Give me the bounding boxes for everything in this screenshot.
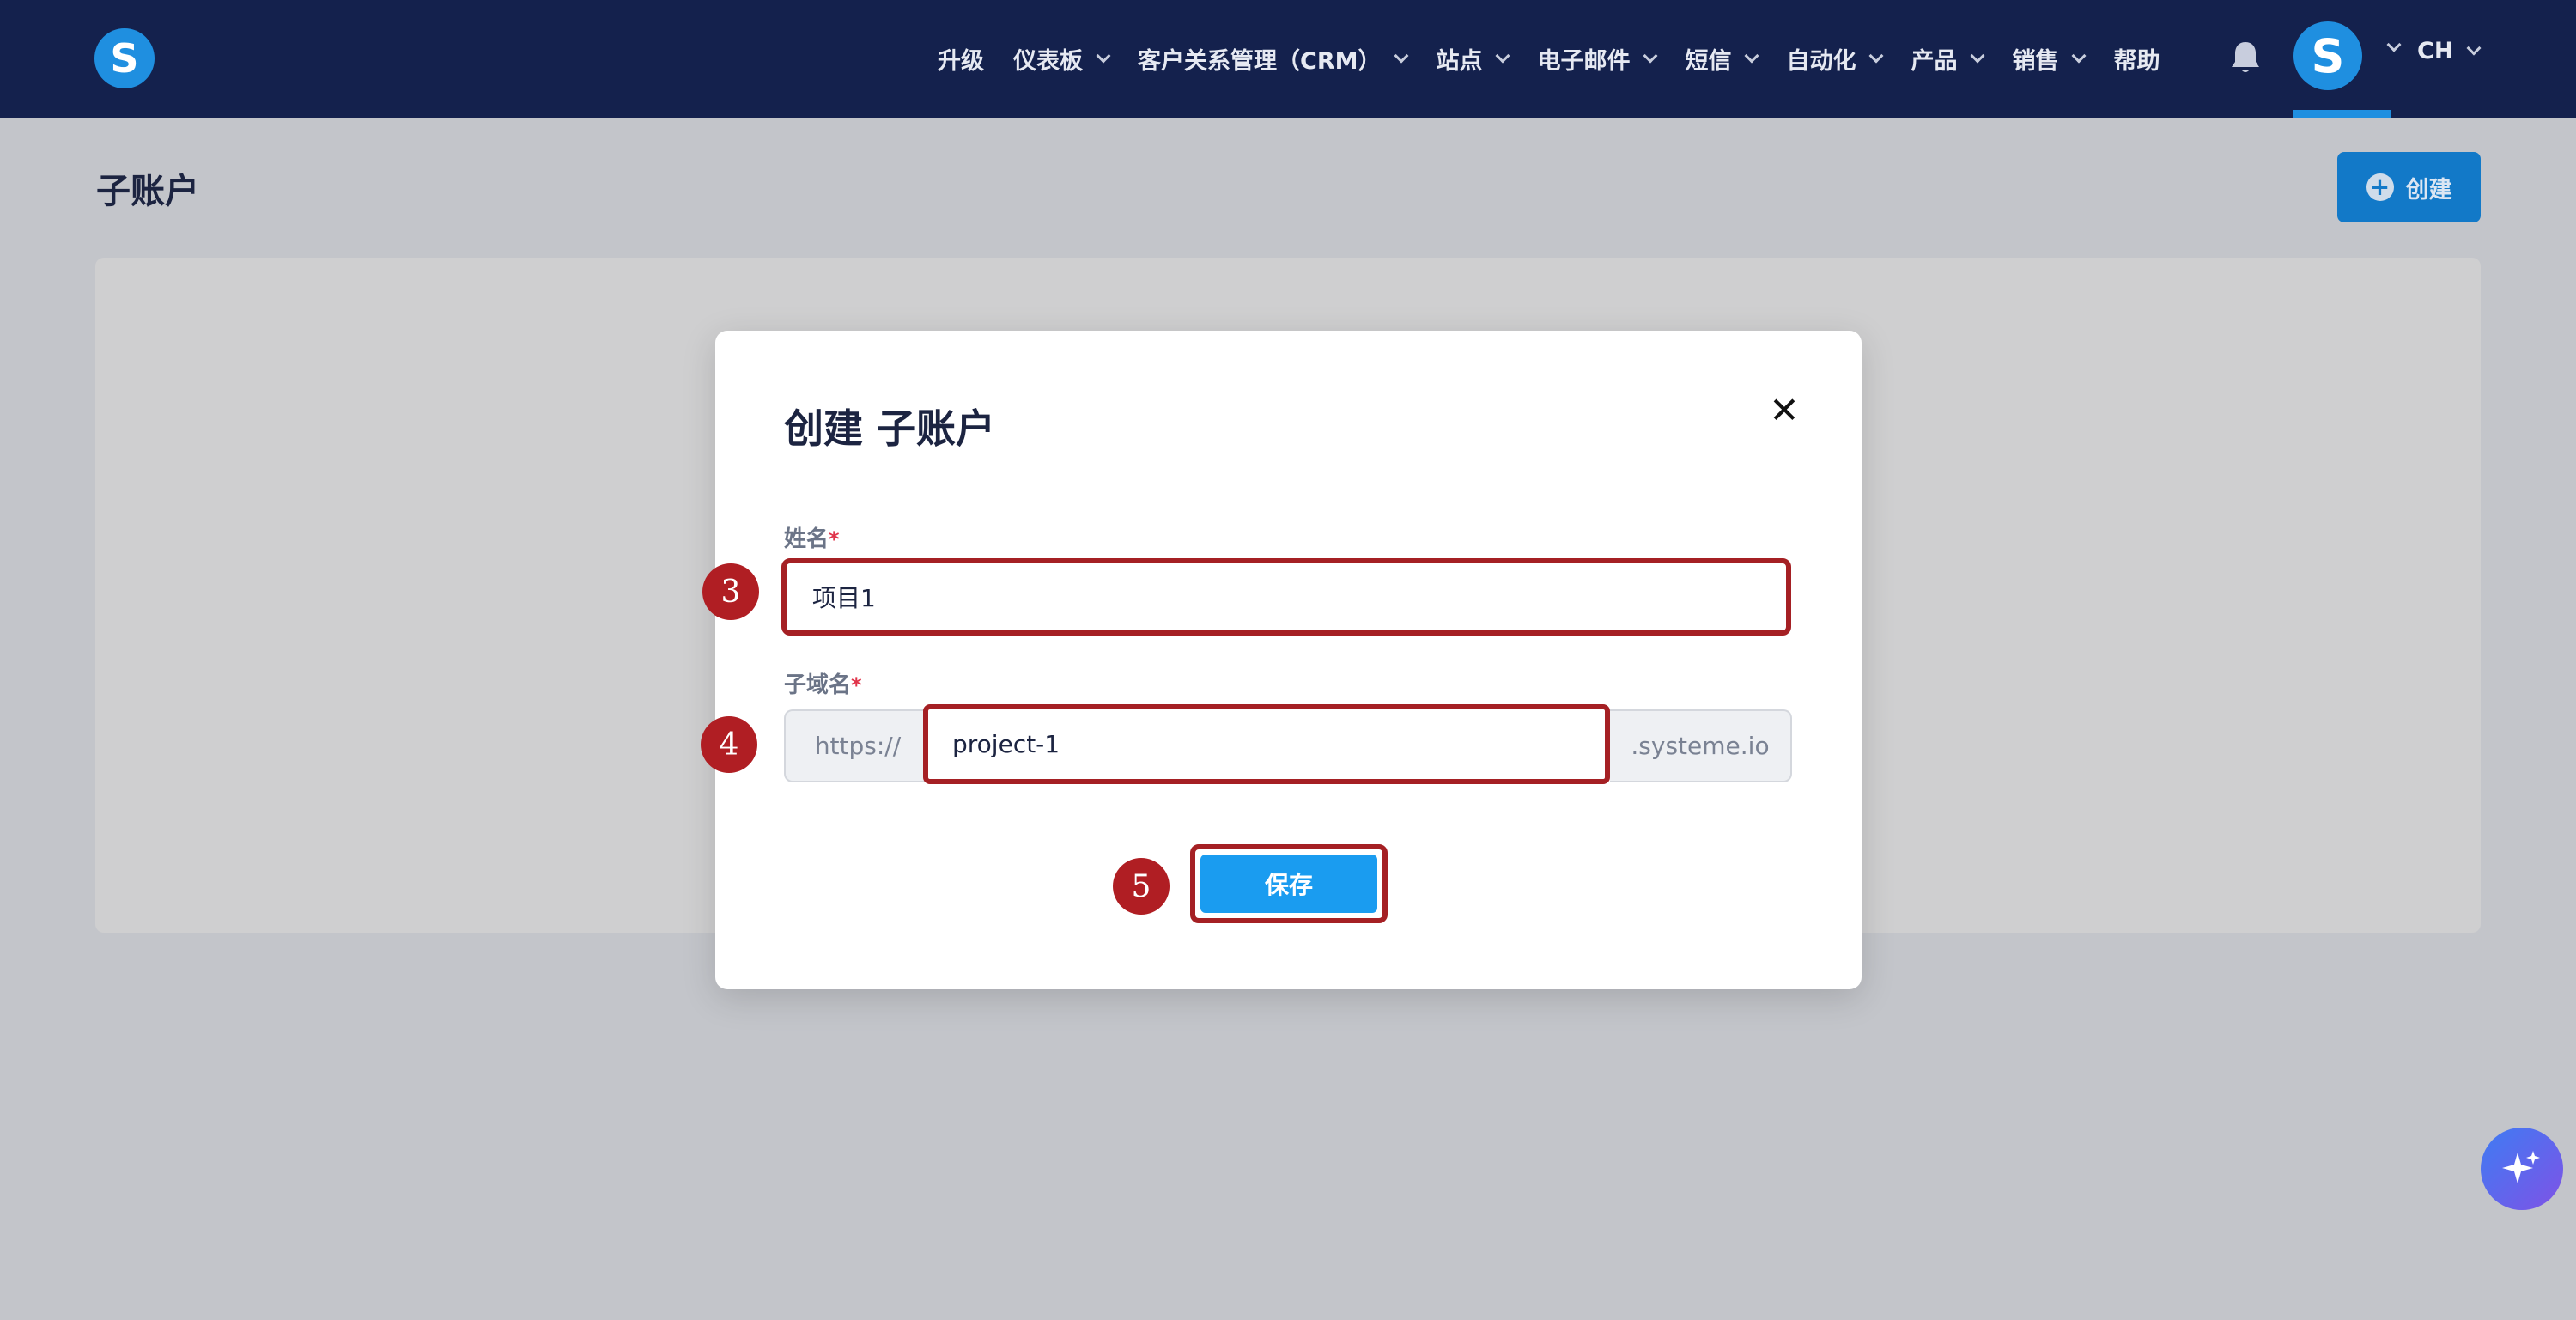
nav-item-upgrade[interactable]: 升级 xyxy=(938,42,984,76)
app-logo[interactable]: S xyxy=(94,28,155,88)
subdomain-field-label: 子域名* xyxy=(784,667,862,699)
required-mark: * xyxy=(829,527,840,551)
nav-item-label: 短信 xyxy=(1685,48,1732,75)
avatar-active-indicator xyxy=(2293,110,2391,118)
chevron-down-icon xyxy=(1495,48,1510,63)
nav-item-label: 客户关系管理（CRM） xyxy=(1138,48,1382,75)
nav-item-label: 电子邮件 xyxy=(1537,48,1631,75)
save-button-highlight: 保存 xyxy=(1190,844,1388,923)
logo-letter: S xyxy=(110,35,139,82)
nav-item-sales[interactable]: 销售 xyxy=(2012,42,2087,76)
nav-item-label: 仪表板 xyxy=(1013,48,1083,75)
user-avatar[interactable]: S xyxy=(2293,21,2362,90)
subdomain-suffix: .systeme.io xyxy=(1610,709,1792,782)
required-mark: * xyxy=(851,673,862,697)
nav-item-label: 升级 xyxy=(938,48,984,75)
plus-circle-icon: + xyxy=(2366,173,2394,201)
nav-item-label: 销售 xyxy=(2012,48,2059,75)
close-icon[interactable]: ✕ xyxy=(1765,389,1803,431)
chevron-down-icon xyxy=(2466,40,2482,55)
nav-item-label: 帮助 xyxy=(2113,48,2160,75)
top-navbar: S 升级 仪表板 客户关系管理（CRM） 站点 电子邮件 短信 自动化 产品 销… xyxy=(0,0,2576,118)
name-input-value: 项目1 xyxy=(812,584,876,612)
subdomain-input[interactable]: project-1 xyxy=(923,704,1610,784)
step-badge-3: 3 xyxy=(702,563,759,620)
subdomain-label-text: 子域名 xyxy=(784,672,852,698)
step-badge-5: 5 xyxy=(1113,858,1170,915)
language-selector[interactable]: CH xyxy=(2417,38,2482,64)
page-title: 子账户 xyxy=(96,172,199,211)
nav-item-dashboard[interactable]: 仪表板 xyxy=(1013,42,1111,76)
chevron-down-icon xyxy=(1096,48,1111,63)
chevron-down-icon xyxy=(1744,48,1759,63)
subdomain-prefix-text: https:// xyxy=(814,732,902,760)
nav-item-sites[interactable]: 站点 xyxy=(1436,42,1510,76)
subdomain-prefix: https:// xyxy=(784,709,930,782)
chevron-down-icon xyxy=(1970,48,1985,63)
modal-title: 创建 子账户 xyxy=(784,405,996,452)
chevron-down-icon xyxy=(2071,48,2087,63)
nav-item-label: 站点 xyxy=(1436,48,1483,75)
chevron-down-icon xyxy=(1868,48,1884,63)
name-label-text: 姓名 xyxy=(784,526,829,552)
chevron-down-icon xyxy=(1643,48,1658,63)
step-badge-4: 4 xyxy=(701,716,757,773)
nav-item-email[interactable]: 电子邮件 xyxy=(1537,42,1658,76)
sparkle-icon xyxy=(2502,1151,2540,1183)
subdomain-suffix-text: .systeme.io xyxy=(1631,732,1770,760)
bell-icon[interactable] xyxy=(2230,40,2261,76)
create-subaccount-button[interactable]: + 创建 xyxy=(2337,152,2481,222)
ai-assistant-button[interactable] xyxy=(2481,1128,2563,1210)
nav-item-automation[interactable]: 自动化 xyxy=(1786,42,1884,76)
nav-item-label: 自动化 xyxy=(1786,48,1856,75)
nav-item-products[interactable]: 产品 xyxy=(1911,42,1985,76)
nav-item-label: 产品 xyxy=(1911,48,1958,75)
subdomain-input-value: project-1 xyxy=(952,730,1060,758)
chevron-down-icon[interactable] xyxy=(2386,37,2402,52)
name-input[interactable]: 项目1 xyxy=(781,558,1791,636)
main-nav: 升级 仪表板 客户关系管理（CRM） 站点 电子邮件 短信 自动化 产品 销售 … xyxy=(938,0,2189,118)
create-subaccount-modal: 创建 子账户 ✕ 姓名* 项目1 子域名* https:// project-1… xyxy=(715,331,1862,989)
name-field-label: 姓名* xyxy=(784,521,840,553)
create-button-label: 创建 xyxy=(2405,176,2452,204)
save-button-label: 保存 xyxy=(1264,871,1313,899)
avatar-letter: S xyxy=(2311,28,2345,83)
language-label: CH xyxy=(2417,38,2454,64)
save-button[interactable]: 保存 xyxy=(1200,855,1377,913)
chevron-down-icon xyxy=(1394,48,1409,63)
nav-item-help[interactable]: 帮助 xyxy=(2113,42,2160,76)
nav-item-sms[interactable]: 短信 xyxy=(1685,42,1759,76)
nav-item-crm[interactable]: 客户关系管理（CRM） xyxy=(1138,42,1409,76)
